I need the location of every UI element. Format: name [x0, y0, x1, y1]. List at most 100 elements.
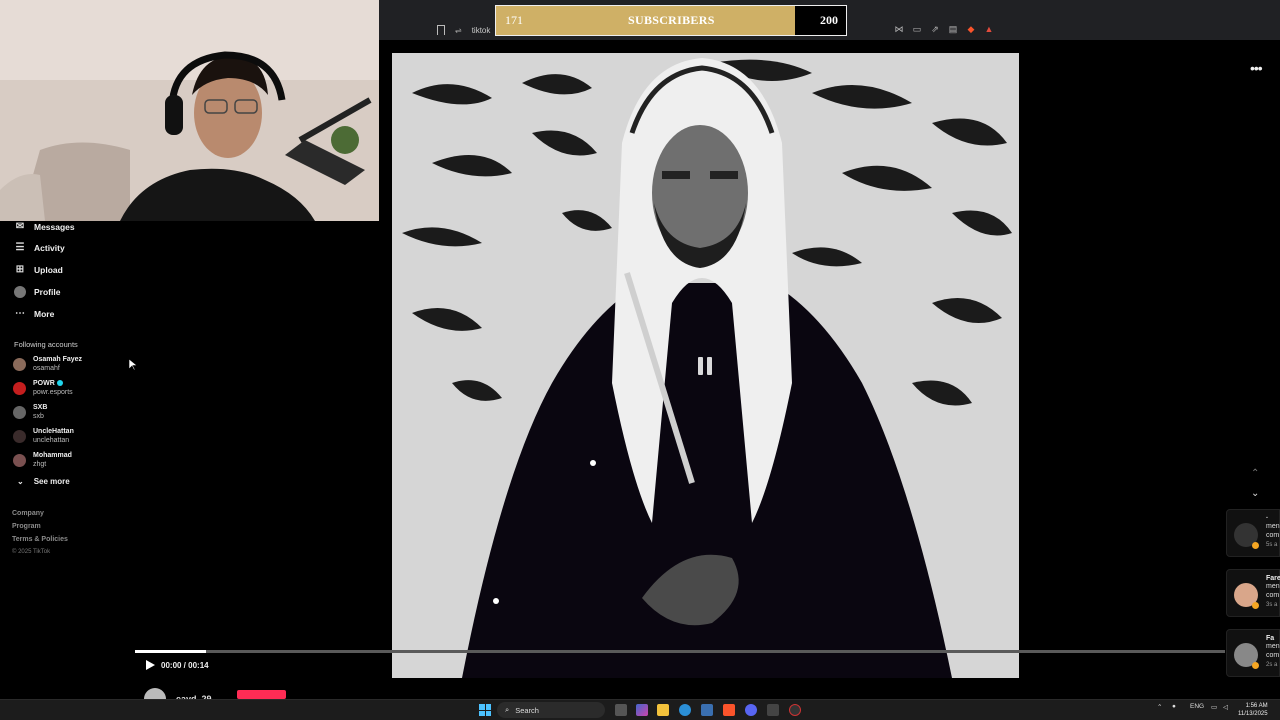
notification-time: 5s a	[1266, 542, 1278, 548]
edge-icon[interactable]	[679, 704, 691, 716]
notification-text: men	[1266, 523, 1280, 530]
notification-card[interactable]: · men com 5s a	[1226, 509, 1280, 557]
notification-badge-icon	[1252, 602, 1259, 609]
avatar	[13, 454, 26, 467]
notification-time: 3s a	[1266, 602, 1278, 608]
messages-icon: ✉	[15, 221, 25, 232]
taskbar-search-label: Search	[515, 705, 539, 715]
account-username: osamahf	[33, 365, 60, 372]
nav-profile-label: Profile	[34, 287, 61, 297]
nav-activity[interactable]: ☰ Activity	[14, 242, 65, 254]
avatar	[13, 382, 26, 395]
notification-card[interactable]: Fare men com 3s a	[1226, 569, 1280, 617]
notification-text: com	[1266, 652, 1280, 659]
subscriber-target: 200	[820, 13, 838, 27]
footer-link-program[interactable]: Program	[12, 523, 41, 530]
chevron-up-icon[interactable]: ⌃	[1251, 468, 1259, 479]
following-account[interactable]: UncleHattan unclehattan	[13, 427, 74, 445]
brave-browser-icon[interactable]	[723, 704, 735, 716]
notification-time: 2s a	[1266, 662, 1278, 668]
subscriber-goal-label: SUBSCRIBERS	[628, 13, 715, 27]
tray-chevron-icon[interactable]: ⌃	[1157, 703, 1162, 711]
account-name: Osamah Fayez	[33, 356, 83, 363]
account-username: sxb	[33, 413, 44, 420]
following-account[interactable]: Mohammad zhgt	[13, 451, 72, 469]
nav-upload[interactable]: ⊞ Upload	[14, 264, 63, 276]
nav-more[interactable]: ⋯ More	[14, 308, 54, 320]
account-name: SXB	[33, 404, 48, 411]
brave-shield-icon[interactable]: ◆	[966, 24, 976, 34]
account-name: UncleHattan	[33, 428, 74, 435]
footer-link-terms[interactable]: Terms & Policies	[12, 536, 68, 543]
nav-messages-label: Messages	[34, 222, 75, 232]
webcam-overlay	[0, 0, 379, 221]
upload-icon: ⊞	[15, 264, 25, 275]
search-icon: ⌕	[505, 705, 510, 714]
follow-button[interactable]	[237, 690, 286, 699]
notification-text: com	[1266, 592, 1280, 599]
notification-badge-icon	[1252, 542, 1259, 549]
pause-icon[interactable]	[698, 357, 714, 375]
webcam-feed	[0, 0, 379, 221]
windows-taskbar: ⌕ Search ⌃ ● ENG ▭ ◁ 1:56 AM 11/13/2025	[0, 699, 1280, 720]
notification-card[interactable]: Fa men com 2s a	[1226, 629, 1280, 677]
extension-icon[interactable]: ⋈	[894, 24, 904, 34]
video-time: 00:00 / 00:14	[161, 660, 209, 670]
video-progress-fill	[135, 650, 206, 653]
sidebar-icon[interactable]: ▤	[948, 24, 958, 34]
obs-icon[interactable]	[789, 704, 801, 716]
following-account[interactable]: Osamah Fayez osamahf	[13, 355, 82, 373]
task-view-icon[interactable]	[615, 704, 627, 716]
video-progress-bar[interactable]	[135, 650, 1225, 653]
volume-icon[interactable]: ◁	[1223, 703, 1228, 711]
chevron-down-icon[interactable]: ⌄	[1251, 488, 1259, 499]
nav-more-label: More	[34, 309, 55, 319]
more-options-icon[interactable]: •••	[1250, 60, 1263, 76]
brave-rewards-icon[interactable]: ▲	[984, 24, 994, 34]
clock-time: 1:56 AM	[1245, 703, 1268, 709]
windows-start-icon[interactable]	[479, 704, 491, 716]
playback-controls: 00:00 / 00:14	[146, 660, 209, 670]
nav-profile[interactable]: Profile	[14, 286, 60, 298]
see-more-button[interactable]: ⌄ See more	[17, 477, 70, 486]
notification-text: men	[1266, 643, 1280, 650]
pip-icon[interactable]: ▭	[912, 24, 922, 34]
discord-icon[interactable]	[745, 704, 757, 716]
network-icon[interactable]: ▭	[1211, 703, 1217, 711]
account-username: powr.esports	[33, 389, 73, 396]
copilot-icon[interactable]	[636, 704, 648, 716]
language-indicator[interactable]: ENG	[1190, 703, 1204, 710]
store-icon[interactable]	[701, 704, 713, 716]
see-more-label: See more	[33, 477, 70, 486]
notification-text: com	[1266, 532, 1280, 539]
nav-messages[interactable]: ✉ Messages	[14, 221, 75, 233]
screen: ⇌ tiktok ⋈ ▭ ⇗ ▤ ◆ ▲ 171 SUBSCRIBERS 200	[0, 0, 1280, 720]
following-account[interactable]: POWR powr.esports	[13, 379, 73, 397]
avatar	[13, 358, 26, 371]
app-icon[interactable]	[767, 704, 779, 716]
share-icon[interactable]: ⇗	[930, 24, 940, 34]
more-dots-icon: ⋯	[15, 308, 25, 319]
notification-user: ·	[1266, 515, 1269, 522]
taskbar-search[interactable]: ⌕ Search	[497, 702, 605, 718]
subscriber-count: 171	[505, 13, 523, 27]
mouse-cursor-icon	[129, 359, 137, 371]
verified-badge-icon	[56, 380, 63, 387]
account-name: Mohammad	[33, 452, 72, 459]
browser-tools: ⋈ ▭ ⇗ ▤ ◆ ▲	[894, 24, 994, 34]
copyright: © 2025 TikTok	[12, 549, 51, 555]
notification-text: men	[1266, 583, 1280, 590]
address-url: tiktok	[471, 25, 491, 35]
following-account[interactable]: SXB sxb	[13, 403, 47, 421]
account-name: POWR	[33, 380, 55, 387]
play-icon[interactable]	[146, 660, 155, 670]
file-explorer-icon[interactable]	[657, 704, 669, 716]
profile-avatar-icon	[14, 286, 26, 298]
avatar	[13, 406, 26, 419]
footer-link-company[interactable]: Company	[12, 510, 44, 517]
bookmark-icon[interactable]	[437, 25, 445, 35]
notification-user: Fare	[1266, 575, 1280, 582]
taskbar-clock[interactable]: 1:56 AM 11/13/2025	[1238, 702, 1268, 718]
mic-icon: ●	[1172, 703, 1176, 710]
notification-badge-icon	[1252, 662, 1259, 669]
